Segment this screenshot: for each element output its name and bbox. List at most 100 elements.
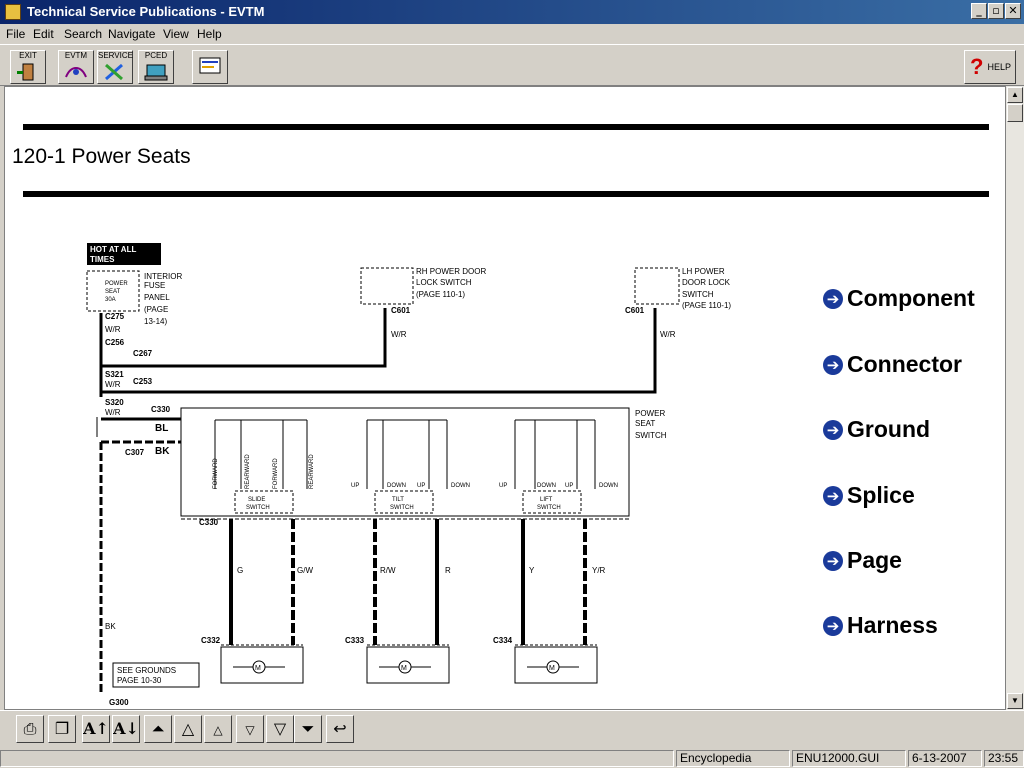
display-button[interactable]	[192, 50, 228, 84]
bl-label: BL	[155, 423, 168, 434]
menu-search[interactable]: Search	[64, 27, 102, 41]
lift-label: LIFT	[540, 497, 553, 503]
rh-lock-1: RH POWER DOOR	[416, 267, 486, 276]
vertical-scrollbar[interactable]: ▲ ▼	[1006, 86, 1024, 710]
nav-link-harness[interactable]: ➔ Harness	[823, 612, 938, 639]
page-up-button[interactable]: △	[174, 715, 202, 743]
c601b-label: C601	[625, 306, 645, 315]
triangle-up-small-icon: △	[213, 723, 223, 737]
tilt-motor-label: M	[401, 665, 407, 672]
scroll-down-button[interactable]: ▼	[1007, 693, 1023, 709]
fuse-panel-1: INTERIOR	[144, 272, 182, 281]
rh-lock-2: LOCK SWITCH	[416, 278, 472, 287]
c267-label: C267	[133, 349, 153, 358]
menu-edit[interactable]: Edit	[33, 27, 54, 41]
pced-computer-icon	[144, 64, 168, 81]
line-up-button[interactable]: △	[204, 715, 232, 743]
scroll-up-button[interactable]: ▲	[1007, 87, 1023, 103]
nav-link-splice[interactable]: ➔ Splice	[823, 482, 915, 509]
first-page-icon: ⏶	[151, 719, 165, 738]
service-tools-icon	[105, 63, 123, 81]
print-button[interactable]: ⎙	[16, 715, 44, 743]
down-label-2: DOWN	[451, 483, 470, 489]
evtm-label: EVTM	[64, 51, 88, 60]
evtm-button[interactable]: EVTM	[58, 50, 94, 84]
app-window: Technical Service Publications - EVTM _ …	[0, 0, 1024, 768]
page-down-button[interactable]: ▽	[266, 715, 294, 743]
line-down-button[interactable]: ▽	[236, 715, 264, 743]
c332-label: C332	[201, 636, 221, 645]
c601a-label: C601	[391, 306, 411, 315]
hot-label: HOT AT ALL	[90, 245, 136, 254]
lh-lock-switch-box	[634, 267, 680, 305]
status-mode: Encyclopedia	[676, 750, 790, 767]
rh-lock-3: (PAGE 110-1)	[416, 290, 465, 299]
r-wire-label: R	[445, 566, 451, 575]
triangle-down-small-icon: ▽	[245, 723, 255, 737]
back-button[interactable]: ↩	[326, 715, 354, 743]
pced-button[interactable]: PCED	[138, 50, 174, 84]
rw-wire-label: R/W	[380, 566, 396, 575]
wr-label-3: W/R	[105, 408, 121, 417]
pss-3: SWITCH	[635, 431, 667, 440]
arrow-right-icon: ➔	[823, 551, 843, 571]
tilt-label: TILT	[392, 497, 404, 503]
menu-view[interactable]: View	[163, 27, 189, 41]
up-label-2: UP	[417, 483, 425, 489]
minimize-button[interactable]: _	[971, 3, 987, 19]
help-button[interactable]: ? HELP	[964, 50, 1016, 84]
yr-wire-label: Y/R	[592, 566, 606, 575]
restore-button[interactable]: ▫	[988, 3, 1004, 19]
scroll-thumb[interactable]	[1007, 104, 1023, 122]
first-page-button[interactable]: ⏶	[144, 715, 172, 743]
lh-lock-4: (PAGE 110-1)	[682, 301, 731, 310]
c330b-label: C330	[199, 518, 219, 527]
triangle-up-large-icon: △	[181, 719, 195, 738]
service-button[interactable]: SERVICE	[97, 50, 133, 84]
c333-label: C333	[345, 636, 365, 645]
menu-navigate[interactable]: Navigate	[108, 27, 155, 41]
copy-button[interactable]: ❐	[48, 715, 76, 743]
fuse-panel-5: 13-14)	[144, 317, 167, 326]
wr-label-5: W/R	[660, 330, 676, 339]
arrow-right-icon: ➔	[823, 486, 843, 506]
close-button[interactable]: ✕	[1005, 3, 1021, 19]
menu-bar: File Edit Search Navigate View Help	[0, 24, 1024, 44]
lh-lock-1: LH POWER	[682, 267, 725, 276]
s321-label: S321	[105, 370, 124, 379]
up-label-1: UP	[351, 483, 359, 489]
document-view[interactable]: 120-1 Power Seats HOT AT ALL TIMES POWER…	[4, 86, 1006, 710]
pss-1: POWER	[635, 409, 665, 418]
triangle-down-large-icon: ▽	[273, 719, 287, 738]
fuse-label-3: 30A	[105, 297, 116, 303]
nav-link-component[interactable]: ➔ Component	[823, 285, 975, 312]
arrow-right-icon: ➔	[823, 616, 843, 636]
font-decrease-button[interactable]: A↓	[112, 715, 140, 743]
title-bar[interactable]: Technical Service Publications - EVTM _ …	[0, 0, 1024, 24]
nav-link-ground[interactable]: ➔ Ground	[823, 416, 930, 443]
font-increase-button[interactable]: A↑	[82, 715, 110, 743]
forward-label-2: FORWARD	[273, 458, 279, 489]
nav-link-connector[interactable]: ➔ Connector	[823, 351, 962, 378]
last-page-button[interactable]: ⏷	[294, 715, 322, 743]
down-label-3: DOWN	[537, 483, 556, 489]
lift-switch-label: SWITCH	[537, 505, 561, 511]
c275-label: C275	[105, 312, 125, 321]
status-date: 6-13-2007	[908, 750, 982, 767]
fuse-panel-3: PANEL	[144, 293, 170, 302]
times-label: TIMES	[90, 255, 115, 264]
slide-motor-label: M	[255, 665, 261, 672]
wr-label-2: W/R	[105, 380, 121, 389]
rh-lock-switch-box	[360, 267, 414, 305]
exit-button[interactable]: EXIT	[10, 50, 46, 84]
rearward-label-2: REARWARD	[309, 454, 315, 489]
pced-label: PCED	[144, 51, 168, 60]
g300-label: G300	[109, 698, 129, 707]
grounds-note-1: SEE GROUNDS	[117, 666, 176, 675]
window-title: Technical Service Publications - EVTM	[27, 4, 265, 19]
nav-link-page[interactable]: ➔ Page	[823, 547, 902, 574]
menu-help[interactable]: Help	[197, 27, 222, 41]
return-arrow-icon: ↩	[333, 719, 347, 738]
arrow-right-icon: ➔	[823, 289, 843, 309]
menu-file[interactable]: File	[6, 27, 25, 41]
